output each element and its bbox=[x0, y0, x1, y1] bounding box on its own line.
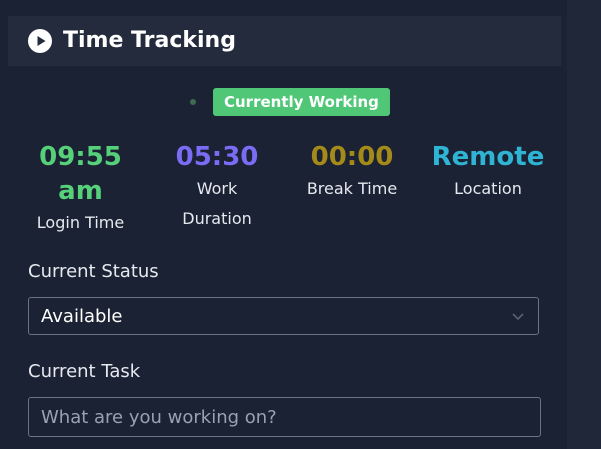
break-time-stat: 00:00 Break Time bbox=[300, 140, 404, 204]
location-label: Location bbox=[454, 179, 522, 198]
break-time-label: Break Time bbox=[306, 179, 398, 198]
login-time-value-hour: 09:55 bbox=[39, 142, 122, 172]
work-duration-label: Work Duration bbox=[182, 174, 252, 234]
login-time-label: Login Time bbox=[36, 213, 125, 232]
login-time-value-period: am bbox=[58, 176, 103, 206]
current-task-input[interactable] bbox=[28, 397, 541, 437]
current-status-label: Current Status bbox=[28, 261, 159, 282]
login-time-value: 09:55 am bbox=[28, 140, 133, 208]
login-time-stat: 09:55 am Login Time bbox=[28, 140, 133, 238]
panel-title: Time Tracking bbox=[63, 28, 236, 53]
page: Time Tracking Currently Working 09:55 am… bbox=[0, 0, 601, 449]
current-status-selected-value: Available bbox=[41, 306, 123, 327]
time-tracking-panel: Time Tracking Currently Working 09:55 am… bbox=[8, 16, 561, 449]
play-circle-icon bbox=[28, 29, 52, 53]
break-time-value: 00:00 bbox=[310, 142, 394, 172]
current-status-select[interactable]: Available bbox=[28, 297, 539, 335]
location-value: Remote bbox=[431, 142, 545, 172]
status-indicator-dot bbox=[190, 99, 196, 105]
work-duration-value: 05:30 bbox=[175, 142, 259, 172]
adjacent-panel-edge bbox=[567, 0, 601, 449]
work-duration-stat: 05:30 Work Duration bbox=[168, 140, 266, 234]
work-duration-label-line1: Work bbox=[196, 179, 238, 198]
status-row: Currently Working bbox=[8, 88, 561, 116]
panel-header: Time Tracking bbox=[8, 16, 561, 66]
current-task-label: Current Task bbox=[28, 361, 141, 382]
status-badge: Currently Working bbox=[213, 88, 390, 116]
chevron-down-icon bbox=[512, 313, 524, 321]
location-stat: Remote Location bbox=[430, 140, 546, 204]
work-duration-label-line2: Duration bbox=[182, 209, 252, 228]
